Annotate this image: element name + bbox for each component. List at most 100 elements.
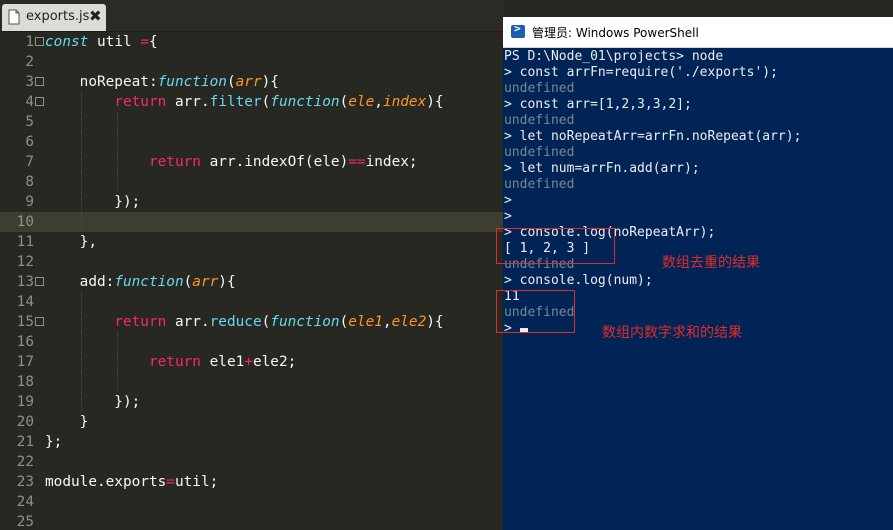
tab-exports-js[interactable]: exports.js ✖	[2, 4, 106, 31]
code-line[interactable]: 19 });	[0, 392, 503, 412]
console-line: undefined	[504, 113, 575, 128]
powershell-window[interactable]: > 管理员: Windows PowerShell PS D:\Node_01\…	[503, 17, 893, 530]
fold-toggle-icon[interactable]	[35, 97, 44, 106]
line-number: 14	[16, 294, 34, 310]
console-line: > let noRepeatArr=arrFn.noRepeat(arr);	[504, 129, 802, 144]
code-line[interactable]: 3 noRepeat:function(arr){	[0, 72, 503, 92]
console-line: undefined	[504, 177, 575, 192]
indent-guide	[81, 372, 82, 392]
indent-guide	[81, 112, 82, 132]
code-line[interactable]: 11 },	[0, 232, 503, 252]
code-text: }	[45, 414, 89, 430]
code-line[interactable]: 4 return arr.filter(function(ele,index){	[0, 92, 503, 112]
code-text: return arr.indexOf(ele)==index;	[148, 154, 418, 170]
dedupe-result-box	[496, 228, 615, 264]
line-number: 10	[16, 214, 34, 230]
code-text: return arr.reduce(function(ele1,ele2){	[114, 314, 444, 330]
code-line[interactable]: 12	[0, 252, 503, 272]
line-number: 21	[16, 434, 34, 450]
powershell-icon: >	[511, 22, 525, 38]
line-number: 25	[16, 514, 34, 530]
close-icon[interactable]: ✖	[89, 7, 102, 25]
indent-guide	[81, 172, 82, 192]
code-text: const util ={	[45, 34, 158, 50]
code-editor[interactable]: exports.js ✖ 1 const util ={2 3 noRepeat:f…	[0, 0, 503, 530]
code-line[interactable]: 5	[0, 112, 503, 132]
code-text: };	[45, 434, 63, 450]
indent-guide	[117, 372, 118, 392]
console-line: undefined	[504, 145, 575, 160]
code-line[interactable]: 24	[0, 492, 503, 512]
code-text: return arr.filter(function(ele,index){	[114, 94, 444, 110]
console-line: > console.log(num);	[504, 273, 653, 288]
code-text: add:function(arr){	[45, 274, 236, 290]
code-line[interactable]: 18	[0, 372, 503, 392]
code-line[interactable]: 21};	[0, 432, 503, 452]
fold-toggle-icon[interactable]	[35, 37, 44, 46]
file-icon	[8, 9, 20, 25]
console-line: > const arr=[1,2,3,3,2];	[504, 97, 692, 112]
line-number: 12	[16, 254, 34, 270]
code-line[interactable]: 6	[0, 132, 503, 152]
code-line[interactable]: 9 });	[0, 192, 503, 212]
code-line[interactable]: 25	[0, 512, 503, 530]
code-text: });	[45, 194, 141, 210]
code-line[interactable]: 13 add:function(arr){	[0, 272, 503, 292]
code-line[interactable]: 23 module.exports=util;	[0, 472, 503, 492]
code-line[interactable]: 16	[0, 332, 503, 352]
line-number: 9	[25, 194, 34, 210]
code-line[interactable]: 14	[0, 292, 503, 312]
window-titlebar[interactable]: > 管理员: Windows PowerShell	[503, 17, 893, 48]
indent-guide	[117, 332, 118, 352]
code-text: module.exports=util;	[45, 474, 219, 490]
line-number: 13	[16, 274, 34, 290]
console-line: > const arrFn=require('./exports');	[504, 65, 778, 80]
line-number: 11	[16, 234, 34, 250]
indent-guide	[81, 292, 82, 312]
line-number: 1	[25, 34, 34, 50]
window-title: 管理员: Windows PowerShell	[532, 26, 699, 40]
line-number: 8	[25, 174, 34, 190]
line-number: 24	[16, 494, 34, 510]
line-number: 7	[25, 154, 34, 170]
code-line[interactable]: 2	[0, 52, 503, 72]
code-text: });	[45, 394, 141, 410]
code-line[interactable]: 7 return arr.indexOf(ele)==index;	[0, 152, 503, 172]
console-line: undefined	[504, 81, 575, 96]
line-number: 23	[16, 474, 34, 490]
sum-annotation: 数组内数字求和的结果	[602, 325, 742, 341]
tab-label: exports.js	[26, 9, 90, 24]
indent-guide	[117, 172, 118, 192]
line-number: 17	[16, 354, 34, 370]
code-line[interactable]: 20 }	[0, 412, 503, 432]
code-line[interactable]: 8	[0, 172, 503, 192]
code-text: return ele1+ele2;	[148, 354, 297, 370]
fold-toggle-icon[interactable]	[35, 77, 44, 86]
console-line: > let num=arrFn.add(arr);	[504, 161, 700, 176]
code-text: },	[45, 234, 97, 250]
code-line[interactable]: 1 const util ={	[0, 32, 503, 52]
line-number: 22	[16, 454, 34, 470]
code-text: noRepeat:function(arr){	[45, 74, 279, 90]
code-line[interactable]: 17 return ele1+ele2;	[0, 352, 503, 372]
indent-guide	[81, 132, 82, 152]
line-number: 6	[25, 134, 34, 150]
console-line: >	[504, 209, 512, 224]
line-number: 5	[25, 114, 34, 130]
code-line[interactable]: 10	[0, 212, 503, 232]
fold-toggle-icon[interactable]	[35, 277, 44, 286]
line-number: 3	[25, 74, 34, 90]
indent-guide	[81, 332, 82, 352]
code-line[interactable]: 22	[0, 452, 503, 472]
line-number: 2	[25, 54, 34, 70]
sum-result-box	[496, 290, 575, 333]
indent-guide	[117, 112, 118, 132]
fold-toggle-icon[interactable]	[35, 317, 44, 326]
console-line: PS D:\Node_01\projects> node	[504, 49, 724, 64]
tab-bar: exports.js ✖	[0, 0, 503, 32]
indent-guide	[117, 132, 118, 152]
code-area[interactable]: 1 const util ={2 3 noRepeat:function(arr){…	[0, 32, 503, 530]
line-number: 20	[16, 414, 34, 430]
code-line[interactable]: 15 return arr.reduce(function(ele1,ele2)…	[0, 312, 503, 332]
line-number: 19	[16, 394, 34, 410]
